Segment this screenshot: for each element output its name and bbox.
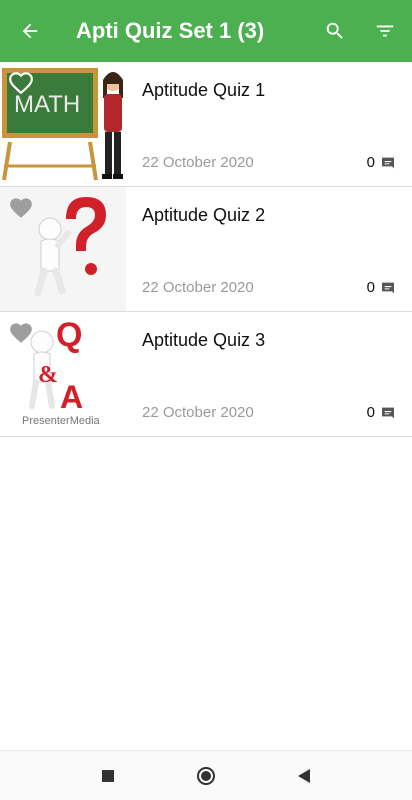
triangle-back-icon bbox=[298, 768, 310, 783]
quiz-thumbnail: MATH bbox=[0, 62, 126, 186]
comment-number: 0 bbox=[366, 279, 375, 296]
app-bar: Apti Quiz Set 1 (3) bbox=[0, 0, 412, 62]
comment-icon bbox=[382, 407, 394, 418]
list-item[interactable]: Q & A PresenterMedia Aptitude Quiz 3 22 … bbox=[0, 312, 412, 437]
search-icon bbox=[326, 22, 343, 39]
list-item[interactable]: MATH Aptitude Quiz 1 22 October 2020 0 bbox=[0, 62, 412, 187]
svg-text:A: A bbox=[60, 379, 83, 415]
heart-icon[interactable] bbox=[8, 320, 34, 344]
heart-icon[interactable] bbox=[8, 195, 34, 219]
comment-icon bbox=[382, 157, 394, 168]
svg-text:MATH: MATH bbox=[14, 91, 80, 118]
quiz-thumbnail: Q & A PresenterMedia bbox=[0, 312, 126, 436]
arrow-back-icon bbox=[22, 23, 38, 39]
back-nav-button[interactable] bbox=[286, 758, 322, 794]
comment-number: 0 bbox=[366, 404, 375, 421]
home-button[interactable] bbox=[188, 758, 224, 794]
search-button[interactable] bbox=[310, 0, 360, 62]
back-button[interactable] bbox=[0, 0, 60, 62]
heart-icon[interactable] bbox=[8, 70, 34, 94]
list-item[interactable]: Aptitude Quiz 2 22 October 2020 0 bbox=[0, 187, 412, 312]
recent-apps-button[interactable] bbox=[90, 758, 126, 794]
filter-button[interactable] bbox=[360, 0, 410, 62]
quiz-date: 22 October 2020 bbox=[142, 279, 254, 296]
circle-icon bbox=[197, 766, 215, 785]
quiz-title: Aptitude Quiz 1 bbox=[142, 80, 266, 100]
svg-text:&: & bbox=[38, 362, 58, 388]
svg-text:Q: Q bbox=[56, 316, 82, 354]
comment-count[interactable]: 0 bbox=[367, 404, 396, 421]
quiz-list: MATH Aptitude Quiz 1 22 October 2020 0 A… bbox=[0, 62, 412, 437]
comment-number: 0 bbox=[366, 154, 375, 171]
quiz-title: Aptitude Quiz 3 bbox=[142, 330, 266, 350]
svg-text:PresenterMedia: PresenterMedia bbox=[22, 415, 101, 427]
filter-icon bbox=[376, 25, 394, 37]
quiz-title: Aptitude Quiz 2 bbox=[142, 205, 266, 225]
quiz-date: 22 October 2020 bbox=[142, 154, 254, 171]
system-nav-bar bbox=[0, 750, 412, 800]
comment-count[interactable]: 0 bbox=[367, 154, 396, 171]
quiz-date: 22 October 2020 bbox=[142, 404, 254, 421]
comment-icon bbox=[382, 282, 394, 293]
page-title: Apti Quiz Set 1 (3) bbox=[76, 18, 265, 43]
square-icon bbox=[102, 769, 114, 782]
quiz-thumbnail bbox=[0, 187, 126, 311]
comment-count[interactable]: 0 bbox=[367, 279, 396, 296]
